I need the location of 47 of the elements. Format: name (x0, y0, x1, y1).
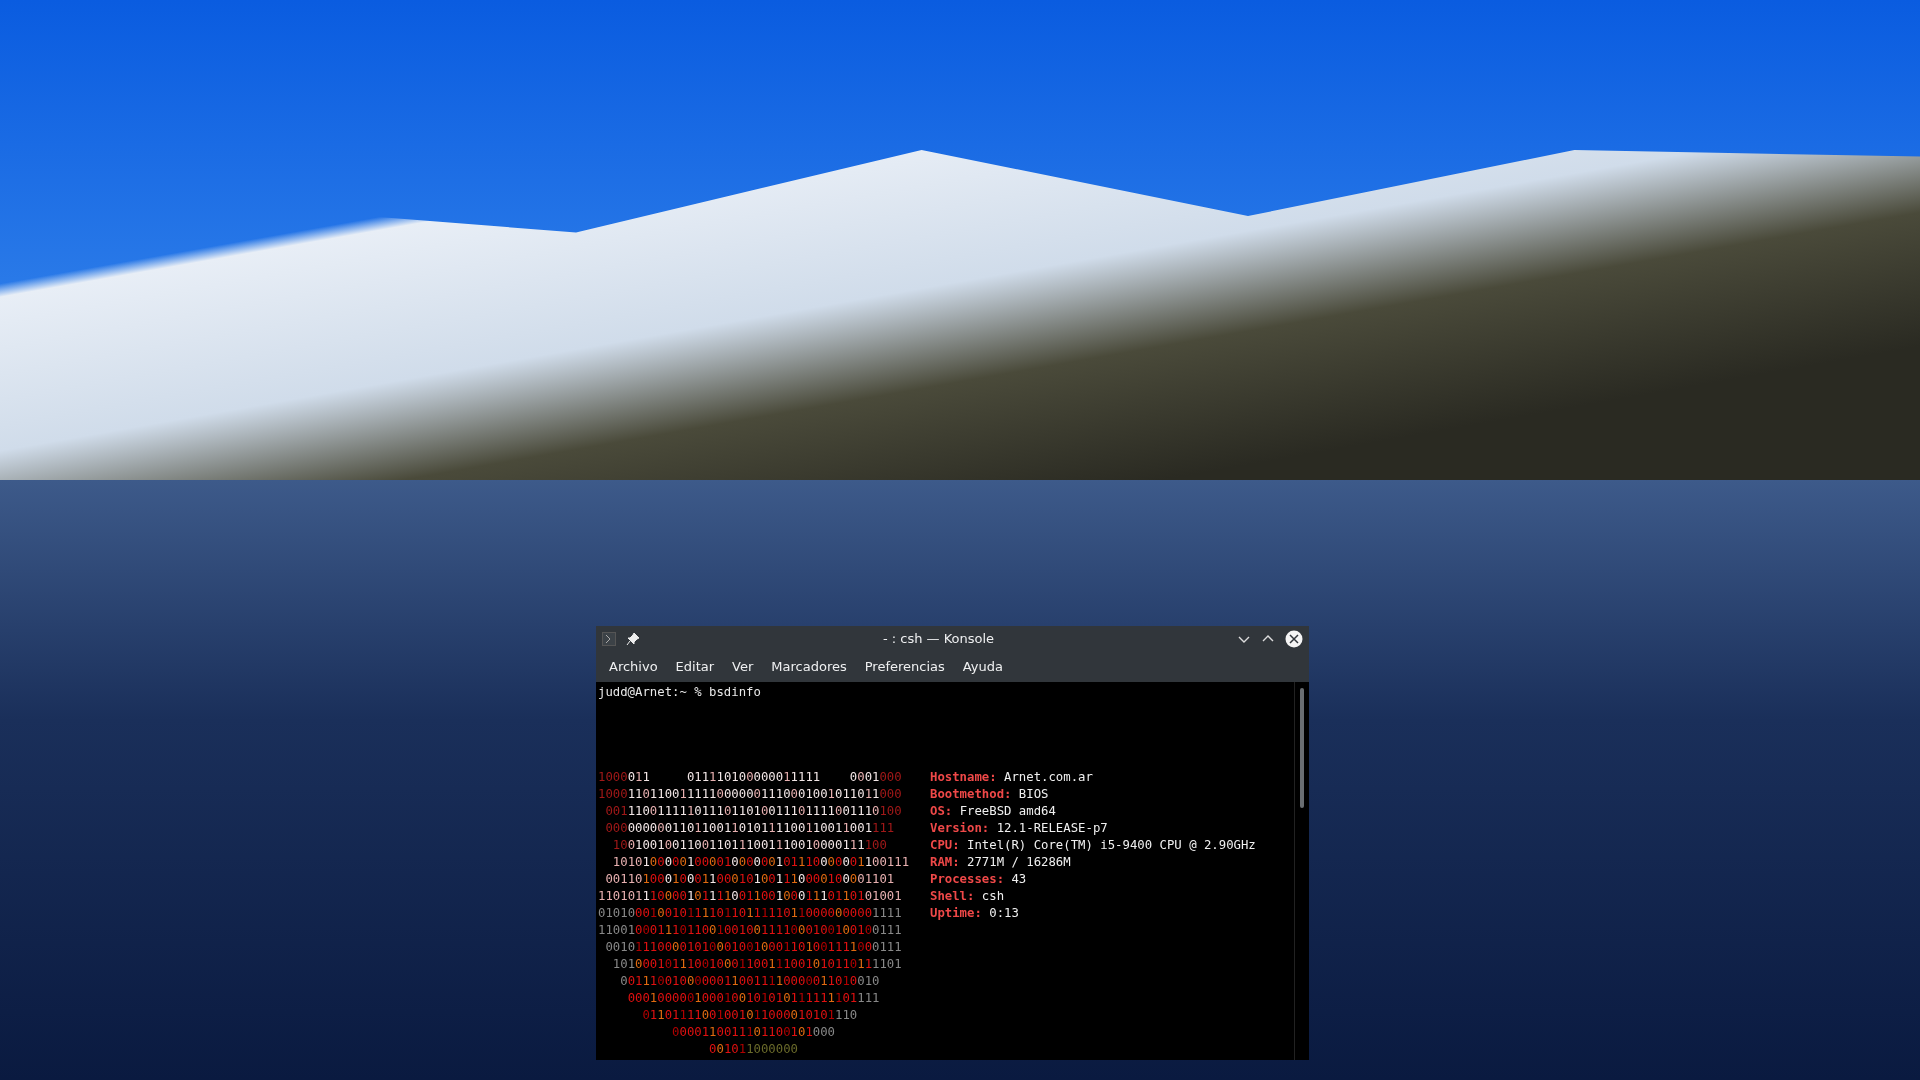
info-value: 43 (1011, 872, 1027, 886)
ascii-art-line: 1001001001100110111001110010000111100 (611, 837, 888, 854)
ascii-art-line: 0011100111110111011010011101111001110100 (604, 803, 903, 820)
prompt-line: judd@Arnet:~ % bsdinfo (598, 684, 762, 701)
menu-item[interactable]: Marcadores (762, 655, 856, 679)
info-label: Uptime: (930, 906, 982, 920)
info-value: 2771M / 16286M (967, 855, 1071, 869)
info-label: Processes: (930, 872, 1005, 886)
info-label: CPU: (930, 838, 960, 852)
menu-item[interactable]: Archivo (600, 655, 667, 679)
info-value: csh (981, 889, 1005, 903)
ascii-art-line: 001101000100011000101001110000100001101 (604, 871, 896, 888)
info-value: Arnet.com.ar (1004, 770, 1093, 784)
info-label: Hostname: (930, 770, 997, 784)
pin-icon[interactable] (626, 631, 640, 646)
ascii-art-line: 0010111000010100010010001101001111000111 (604, 939, 903, 956)
info-value: Intel(R) Core(TM) i5-9400 CPU @ 2.90GHz (967, 838, 1256, 852)
window-title: - : csh — Konsole (881, 631, 996, 647)
ascii-art-line: 01010001001011110110111110110000000001111 (598, 905, 903, 922)
info-value: 0:13 (989, 906, 1019, 920)
info-value: 12.1-RELEASE-p7 (996, 821, 1108, 835)
ascii-art-line: 00111001000000110011110000011010010 (619, 973, 881, 990)
info-label: RAM: (930, 855, 960, 869)
ascii-art-line: 11001000111011001001001111000100100100111 (598, 922, 903, 939)
terminal-icon[interactable] (602, 631, 616, 646)
info-label: Version: (930, 821, 990, 835)
ascii-art-line: 01101111001001011000010101110 (641, 1007, 859, 1024)
menu-item[interactable]: Editar (666, 655, 724, 679)
menu-item[interactable]: Ayuda (953, 655, 1012, 679)
info-value: BIOS (1018, 787, 1049, 801)
info-label: Shell: (930, 889, 975, 903)
ascii-art-line: 11010111000010111100110010001110110101001 (598, 888, 903, 905)
ascii-art-line: 101000101110010001100111001010110111101 (611, 956, 903, 973)
ascii-art-line: 0000110011101100101000 (671, 1024, 836, 1041)
menu-item[interactable]: Ver (723, 655, 763, 679)
menu-item[interactable]: Preferencias (855, 655, 954, 679)
ascii-art-line: 001011000000 (708, 1041, 799, 1058)
ascii-art-line: 000000000110110011010111100110011001111 (604, 820, 896, 837)
ascii-art-line: 10001101100111110000001110001001011011000 (598, 786, 903, 803)
info-label: OS: (930, 804, 953, 818)
scrollbar-thumb[interactable] (1300, 688, 1304, 808)
ascii-art-line: 0001000001000100101010111111101111 (626, 990, 881, 1007)
close-button[interactable] (1285, 629, 1303, 648)
ascii-art-line: 1010100000100001000000101110000001100111 (611, 854, 911, 871)
info-label: Bootmethod: (930, 787, 1012, 801)
info-value: FreeBSD amd64 (959, 804, 1056, 818)
ascii-art-line: 1000011 011110100000011111 0001000 (598, 769, 903, 786)
